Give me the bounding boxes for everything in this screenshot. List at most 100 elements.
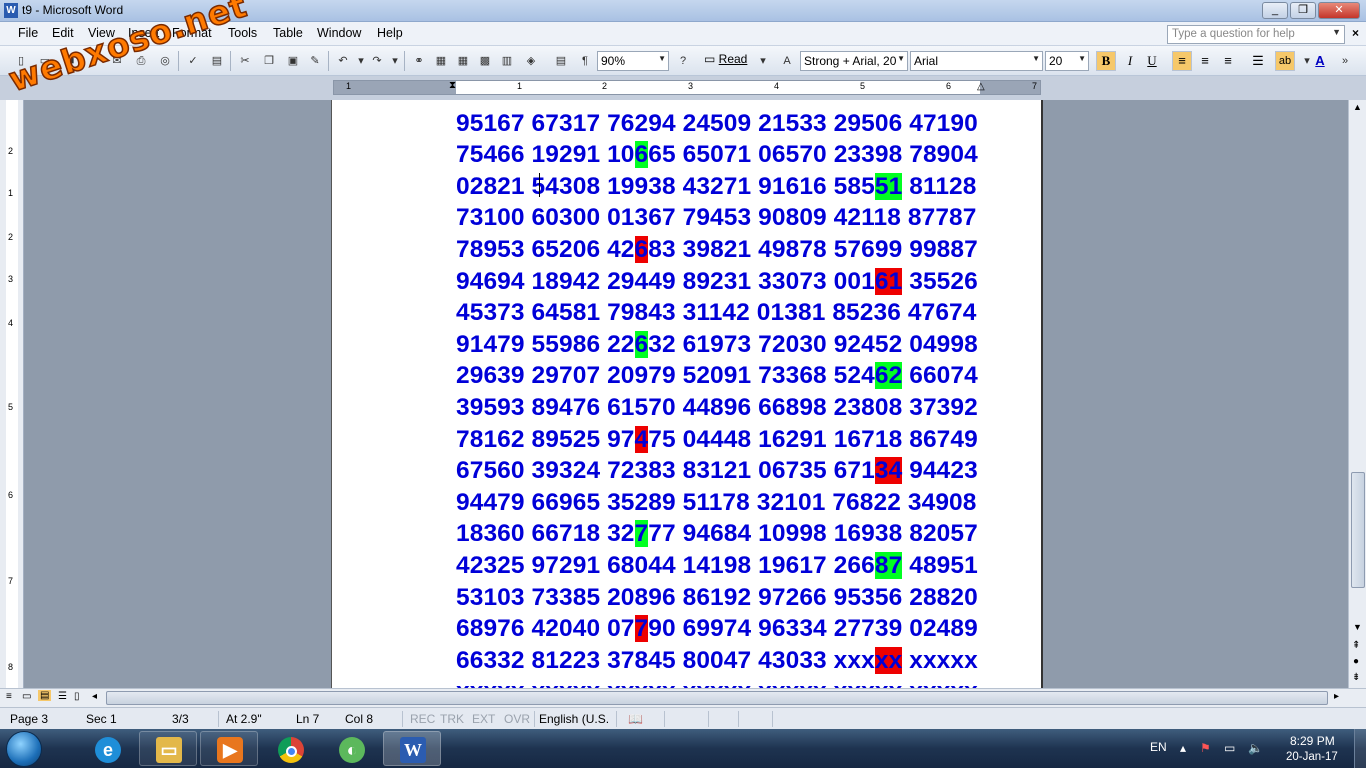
print-preview-icon[interactable]: ◎	[158, 54, 172, 68]
drawing-icon[interactable]: ◈	[524, 54, 538, 68]
horizontal-scrollbar[interactable]: ≡ ▭ ▤ ☰ ▯ ◂ ▸	[0, 688, 1366, 707]
normal-view-icon[interactable]: ≡	[6, 691, 12, 702]
indent-marker-icon[interactable]: ⧗	[449, 80, 456, 91]
font-color-button[interactable]: A	[1310, 51, 1330, 71]
format-painter-icon[interactable]: ✎	[308, 54, 322, 68]
menu-window[interactable]: Window	[317, 26, 361, 40]
copy-icon[interactable]: ❐	[262, 54, 276, 68]
flag-icon[interactable]: ⚑	[1200, 741, 1211, 755]
vertical-scrollbar[interactable]: ▲ ▼ ⇞ ● ⇟	[1348, 100, 1366, 688]
minimize-button[interactable]: _	[1262, 2, 1288, 19]
styles-icon[interactable]: A	[780, 54, 794, 68]
undo-icon[interactable]: ↶	[336, 54, 350, 68]
row-text: 83 39821 49878 57699 99887	[648, 236, 978, 263]
browse-object-icon[interactable]: ●	[1353, 656, 1359, 667]
menu-table[interactable]: Table	[273, 26, 303, 40]
highlighted-digits: 7	[634, 615, 649, 642]
read-button[interactable]: ▭ Read	[704, 52, 747, 66]
cut-icon[interactable]: ✂	[238, 54, 252, 68]
maximize-button[interactable]: ❐	[1290, 2, 1316, 19]
previous-page-icon[interactable]: ⇞	[1352, 640, 1360, 651]
clock-time[interactable]: 8:29 PM	[1290, 734, 1335, 748]
vertical-ruler[interactable]: 2 1 2 3 4 5 6 7 8	[0, 100, 24, 688]
taskbar-chrome[interactable]	[261, 731, 319, 766]
document-page[interactable]: 95167 67317 76294 24509 21533 29506 4719…	[331, 100, 1043, 688]
columns-icon[interactable]: ▥	[500, 54, 514, 68]
menu-help[interactable]: Help	[377, 26, 403, 40]
highlighted-digits: 34	[874, 457, 903, 484]
show-hide-icon[interactable]: ¶	[578, 54, 592, 68]
ruler-number: 8	[8, 662, 14, 672]
status-ext[interactable]: EXT	[472, 712, 495, 726]
horizontal-ruler[interactable]: 1 1 2 3 4 5 6 7 ⧗ △	[333, 80, 1041, 95]
reading-layout-icon[interactable]: ▯	[74, 691, 80, 702]
insert-excel-icon[interactable]: ▩	[478, 54, 492, 68]
ruler-number: 1	[346, 81, 352, 91]
close-document-icon[interactable]: ×	[1352, 26, 1359, 40]
redo-icon[interactable]: ↷	[370, 54, 384, 68]
highlighted-digits: xx	[874, 647, 903, 674]
taskbar-word[interactable]: W	[383, 731, 441, 766]
status-trk[interactable]: TRK	[440, 712, 464, 726]
number-row: 73100 60300 01367 79453 90809 42118 8778…	[456, 204, 977, 232]
help-search-input[interactable]: Type a question for help ▼	[1167, 25, 1345, 44]
research-icon[interactable]: ▤	[210, 54, 224, 68]
scroll-up-icon[interactable]: ▲	[1353, 102, 1362, 112]
help-icon[interactable]: ?	[676, 54, 690, 68]
insert-table-icon[interactable]: ▦	[456, 54, 470, 68]
bold-button[interactable]: B	[1096, 51, 1116, 71]
language-indicator[interactable]: EN	[1150, 740, 1167, 754]
word-app-icon[interactable]: W	[4, 3, 18, 18]
zoom-value: 90%	[601, 54, 626, 68]
start-button[interactable]	[6, 731, 42, 767]
show-hidden-icons-icon[interactable]: ▴	[1180, 741, 1186, 755]
highlight-button[interactable]: ab	[1275, 51, 1295, 71]
redo-dropdown-icon[interactable]: ▾	[388, 54, 402, 68]
web-layout-icon[interactable]: ▭	[22, 691, 31, 702]
tables-borders-icon[interactable]: ▦	[434, 54, 448, 68]
next-page-icon[interactable]: ⇟	[1352, 672, 1360, 683]
outline-view-icon[interactable]: ☰	[58, 691, 67, 702]
status-ovr[interactable]: OVR	[504, 712, 530, 726]
clock-date[interactable]: 20-Jan-17	[1286, 751, 1338, 763]
align-left-button[interactable]: ≡	[1172, 51, 1192, 71]
spelling-icon[interactable]: ✓	[186, 54, 200, 68]
print-layout-icon[interactable]: ▤	[38, 690, 52, 701]
horizontal-scroll-thumb[interactable]	[106, 691, 1328, 705]
line-spacing-button[interactable]: ☰	[1248, 51, 1268, 71]
underline-button[interactable]: U	[1142, 51, 1162, 71]
taskbar-media-player[interactable]: ▶	[200, 731, 258, 766]
document-map-icon[interactable]: ▤	[554, 54, 568, 68]
row-text: 39593 89476 61570 44896 66898 23808 3739…	[456, 394, 978, 421]
network-icon[interactable]: ▭	[1224, 741, 1235, 755]
menu-edit[interactable]: Edit	[52, 26, 74, 40]
taskbar-internet-explorer[interactable]: e	[78, 731, 136, 766]
taskbar-file-manager[interactable]: ▭	[139, 731, 197, 766]
hyperlink-icon[interactable]: ⚭	[412, 54, 426, 68]
close-button[interactable]: ✕	[1318, 2, 1360, 19]
status-rec[interactable]: REC	[410, 712, 435, 726]
vertical-scroll-thumb[interactable]	[1351, 472, 1365, 588]
menu-file[interactable]: File	[18, 26, 38, 40]
font-size-select[interactable]: 20 ▼	[1045, 51, 1089, 71]
scroll-down-icon[interactable]: ▼	[1353, 622, 1362, 632]
right-indent-icon[interactable]: △	[977, 81, 985, 92]
show-desktop-button[interactable]	[1354, 729, 1366, 768]
font-select[interactable]: Arial ▼	[910, 51, 1043, 71]
row-text: 94479 66965 35289 51178 32101 76822 3490…	[456, 489, 977, 516]
align-center-button[interactable]: ≡	[1195, 51, 1215, 71]
italic-button[interactable]: I	[1120, 51, 1140, 71]
undo-dropdown-icon[interactable]: ▾	[354, 54, 368, 68]
taskbar-coccoc[interactable]: ◐	[322, 731, 380, 766]
paste-icon[interactable]: ▣	[286, 54, 300, 68]
more-buttons-icon[interactable]: »	[1338, 54, 1352, 68]
toolbar-options-icon[interactable]: ▾	[756, 54, 770, 68]
scroll-right-icon[interactable]: ▸	[1334, 691, 1339, 702]
zoom-select[interactable]: 90% ▼	[597, 51, 669, 71]
align-right-button[interactable]: ≡	[1218, 51, 1238, 71]
chevron-down-icon[interactable]: ▼	[1332, 27, 1341, 37]
spelling-status-icon[interactable]: 📖	[628, 712, 643, 726]
volume-icon[interactable]: 🔈	[1248, 741, 1263, 755]
style-select[interactable]: Strong + Arial, 20 ▼	[800, 51, 908, 71]
scroll-left-icon[interactable]: ◂	[92, 691, 97, 702]
